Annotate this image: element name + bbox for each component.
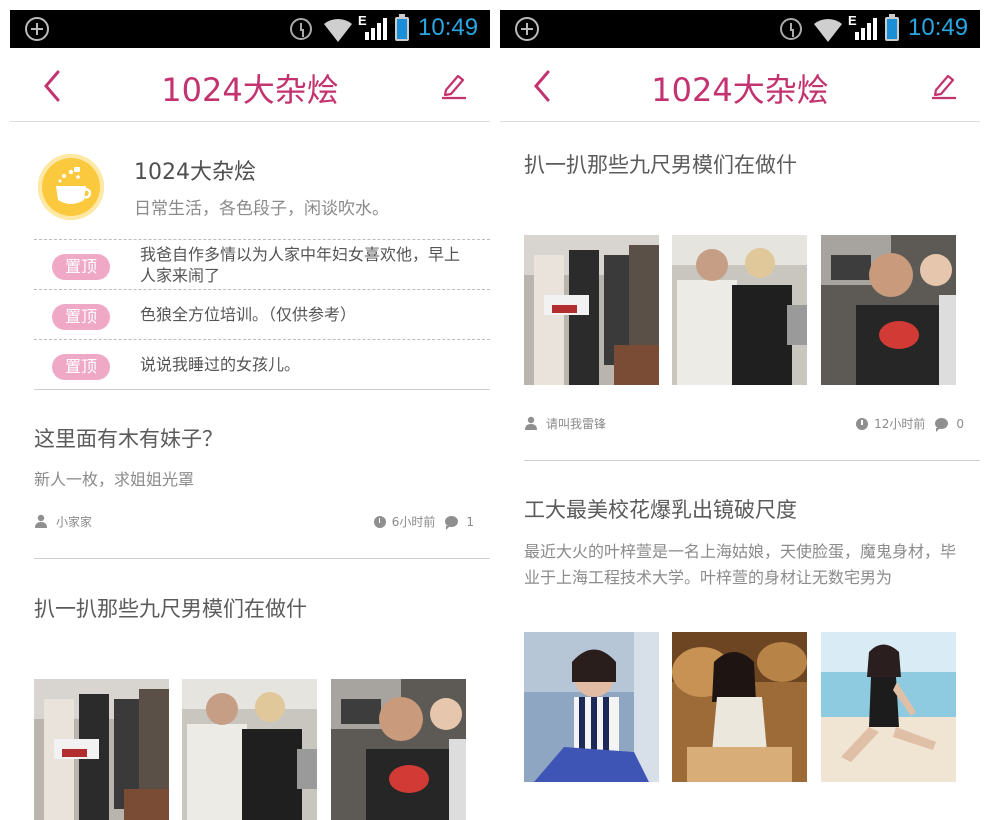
board-name: 1024大杂烩 xyxy=(134,160,256,185)
post-image[interactable] xyxy=(331,679,466,820)
photo-models-group xyxy=(524,235,659,385)
photo-models-pair xyxy=(672,235,807,385)
app-bar: 1024大杂烩 xyxy=(10,48,490,122)
photo-models-pair xyxy=(182,679,317,820)
wifi-icon xyxy=(324,18,352,42)
pinned-title: 我爸自作多情以为人家中年妇女喜欢他，早上人家来闹了 xyxy=(140,245,461,285)
post-image[interactable] xyxy=(34,679,169,820)
pinned-item[interactable]: 置顶 色狼全方位培训。（仅供参考） xyxy=(34,289,490,339)
post-meta: 小家家 6小时前 1 xyxy=(34,513,474,530)
tea-cup-icon xyxy=(56,167,92,204)
pinned-item[interactable]: 置顶 我爸自作多情以为人家中年妇女喜欢他，早上人家来闹了 xyxy=(34,239,490,289)
photo-models-group xyxy=(34,679,169,820)
photo-models-kiss xyxy=(331,679,466,820)
post-excerpt: 新人一枚，求姐姐光罩 xyxy=(34,470,195,489)
post-meta: 请叫我雷锋 12小时前 0 xyxy=(524,415,964,432)
post-image-row xyxy=(524,632,956,782)
post-title[interactable]: 这里面有木有妹子？ xyxy=(34,423,223,453)
pinned-badge: 置顶 xyxy=(52,354,110,380)
pinned-item[interactable]: 置顶 说说我睡过的女孩儿。 xyxy=(34,339,490,389)
photo-models-kiss xyxy=(821,235,956,385)
post-comment-count: 1 xyxy=(466,514,474,529)
status-time: 10:49 xyxy=(418,14,479,41)
user-icon xyxy=(35,514,47,528)
edit-pencil-icon[interactable] xyxy=(440,70,468,100)
board-logo xyxy=(38,154,104,220)
app-bar: 1024大杂烩 xyxy=(500,48,980,122)
comment-icon xyxy=(935,418,949,432)
plus-circle-icon xyxy=(515,17,539,41)
wifi-icon xyxy=(814,18,842,42)
clock-icon xyxy=(856,417,869,430)
photo-girl-striped xyxy=(524,632,659,782)
post-title[interactable]: 扒一扒那些九尺男模们在做什 xyxy=(524,149,797,179)
post-author[interactable]: 小家家 xyxy=(56,513,92,530)
post-stats: 12小时前 0 xyxy=(856,415,964,432)
signal-icon xyxy=(365,18,387,40)
plus-circle-icon xyxy=(25,17,49,41)
post-image[interactable] xyxy=(672,632,807,782)
post-image[interactable] xyxy=(524,235,659,385)
status-time: 10:49 xyxy=(908,14,969,41)
battery-icon xyxy=(885,14,899,41)
post-excerpt: 最近大火的叶梓萱是一名上海姑娘，天使脸蛋，魔鬼身材，毕业于上海工程技术大学。叶梓… xyxy=(524,542,957,587)
divider xyxy=(34,389,490,390)
post-comment-count: 0 xyxy=(956,416,964,431)
post-time: 12小时前 xyxy=(874,417,926,431)
signal-icon xyxy=(855,18,877,40)
battery-icon xyxy=(395,14,409,41)
pinned-badge: 置顶 xyxy=(52,254,110,280)
pinned-badge: 置顶 xyxy=(52,304,110,330)
alarm-icon xyxy=(780,18,802,40)
post-time: 6小时前 xyxy=(391,515,436,529)
post-image[interactable] xyxy=(182,679,317,820)
user-icon xyxy=(525,416,537,430)
status-bar: E 10:49 xyxy=(500,10,980,48)
pinned-title: 说说我睡过的女孩儿。 xyxy=(140,355,301,374)
post-stats: 6小时前 1 xyxy=(373,513,474,530)
post-image[interactable] xyxy=(821,632,956,782)
page-title: 1024大杂烩 xyxy=(161,71,339,109)
divider xyxy=(34,558,490,559)
post-image-row xyxy=(34,679,466,820)
status-bar: E 10:49 xyxy=(10,10,490,48)
post-image[interactable] xyxy=(821,235,956,385)
phone-screen-right: E 10:49 1024大杂烩 扒一扒那些九尺男模们在做什 请叫我雷锋 12小时… xyxy=(500,10,980,820)
phone-screen-left: E 10:49 1024大杂烩 1024大杂烩 日常生活，各色段子，闲谈吹水。 … xyxy=(10,10,490,820)
alarm-icon xyxy=(290,18,312,40)
photo-girl-rocks xyxy=(672,632,807,782)
post-image[interactable] xyxy=(524,632,659,782)
divider xyxy=(524,460,980,461)
board-description: 日常生活，各色段子，闲谈吹水。 xyxy=(134,199,389,219)
post-author[interactable]: 请叫我雷锋 xyxy=(546,415,606,432)
pinned-title: 色狼全方位培训。（仅供参考） xyxy=(140,305,357,324)
post-title[interactable]: 扒一扒那些九尺男模们在做什 xyxy=(34,593,307,623)
page-title: 1024大杂烩 xyxy=(651,71,829,109)
comment-icon xyxy=(445,516,459,530)
post-image-row xyxy=(524,235,956,385)
edit-pencil-icon[interactable] xyxy=(930,70,958,100)
clock-icon xyxy=(373,515,386,528)
post-image[interactable] xyxy=(672,235,807,385)
post-title[interactable]: 工大最美校花爆乳出镜破尺度 xyxy=(524,494,797,524)
photo-girl-beach xyxy=(821,632,956,782)
